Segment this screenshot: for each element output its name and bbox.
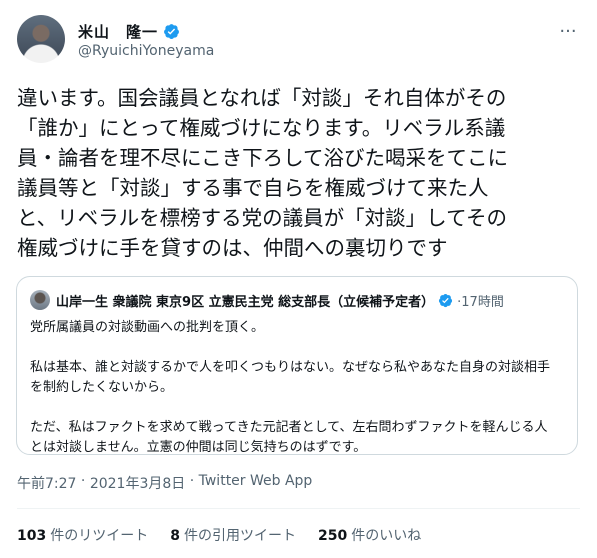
quote-tweets-count: 8	[170, 528, 180, 544]
verified-badge-icon	[164, 23, 179, 39]
likes-label: 件のいいね	[351, 528, 422, 544]
handle[interactable]: @RyuichiYoneyama	[78, 43, 214, 59]
more-dots-icon: ···	[559, 20, 577, 42]
timestamp-row: 午前7:27 · 2021年3月8日 · Twitter Web App	[17, 473, 312, 493]
display-name[interactable]: 米山 隆一	[78, 21, 158, 42]
quote-tweets-stat[interactable]: 8 件の引用ツイート	[170, 525, 296, 545]
display-name-row: 米山 隆一	[78, 21, 214, 41]
likes-stat[interactable]: 250 件のいいね	[318, 525, 421, 545]
tweet-header: 米山 隆一 @RyuichiYoneyama ···	[17, 15, 580, 67]
source-separator: ·	[185, 473, 199, 489]
quoted-tweet[interactable]: 山岸一生 衆議院 東京9区 立憲民主党 総支部長（立候補予定者） ·17時間 党…	[16, 276, 578, 455]
tweet-text: 違います。国会議員となれば「対談」それ自体がその 「誰か」にとって権威づけになり…	[17, 86, 508, 260]
retweets-stat[interactable]: 103 件のリツイート	[17, 525, 148, 545]
likes-count: 250	[317, 528, 348, 544]
more-button[interactable]: ···	[556, 19, 580, 43]
retweets-label: 件のリツイート	[50, 528, 149, 544]
timestamp-separator: ·	[76, 473, 90, 489]
stats-row: 103 件のリツイート 8 件の引用ツイート 250 件のいいね	[17, 525, 421, 545]
tweet-source[interactable]: Twitter Web App	[199, 473, 313, 493]
author-names: 米山 隆一 @RyuichiYoneyama	[78, 21, 214, 60]
quote-verified-badge-icon	[439, 293, 453, 307]
timestamp-date[interactable]: 2021年3月8日	[90, 473, 185, 493]
quote-tweets-label: 件の引用ツイート	[183, 528, 296, 544]
divider-top	[17, 508, 580, 509]
quote-author-name: 山岸一生 衆議院 東京9区 立憲民主党 総支部長（立候補予定者）	[56, 294, 435, 310]
quote-header: 山岸一生 衆議院 東京9区 立憲民主党 総支部長（立候補予定者） ·17時間	[30, 289, 567, 311]
timestamp-time[interactable]: 午前7:27	[17, 473, 76, 493]
avatar[interactable]	[17, 15, 65, 63]
quote-avatar	[30, 290, 50, 310]
quote-meta: ·17時間	[457, 294, 504, 310]
quote-body: 党所属議員の対談動画への批判を頂く。 私は基本、誰と対談するかで人を叩くつもりは…	[30, 320, 551, 455]
retweets-count: 103	[17, 528, 47, 544]
